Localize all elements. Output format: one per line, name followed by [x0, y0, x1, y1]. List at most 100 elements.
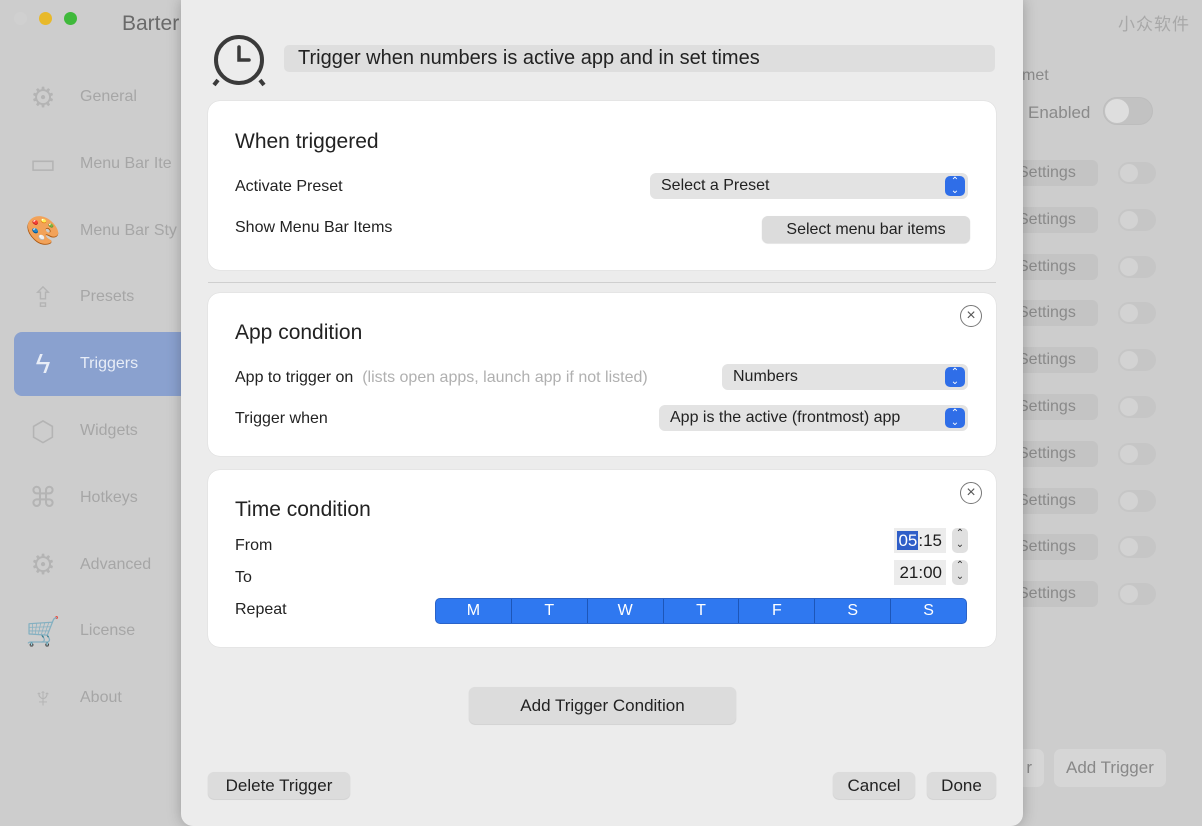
settings-button[interactable]: Settings	[1010, 300, 1098, 327]
cancel-button[interactable]: Cancel	[833, 772, 915, 799]
preset-value: Select a Preset	[661, 177, 770, 194]
trigger-when-value: App is the active (frontmost) app	[670, 409, 901, 426]
trigger-toggle[interactable]	[1118, 349, 1156, 372]
trigger-toggle[interactable]	[1118, 536, 1156, 559]
settings-button[interactable]: Settings	[1010, 534, 1098, 561]
lightning-icon: ϟ	[35, 348, 51, 380]
settings-button[interactable]: Settings	[1010, 253, 1098, 280]
app-condition-card: × App condition App to trigger on (lists…	[208, 293, 996, 456]
trigger-toggle[interactable]	[1118, 208, 1156, 231]
sidebar-item-triggers[interactable]: ϟ Triggers	[14, 332, 189, 397]
remove-condition-icon[interactable]: ×	[960, 305, 982, 327]
sidebar-item-label: Advanced	[80, 555, 152, 573]
trigger-toggle[interactable]	[1118, 302, 1156, 325]
settings-button[interactable]: Settings	[1010, 487, 1098, 514]
cart-icon: 🛒	[25, 615, 61, 647]
to-time-field[interactable]: 21:00	[894, 560, 946, 585]
close-window-button[interactable]	[14, 12, 27, 25]
time-condition-heading: Time condition	[235, 498, 371, 521]
up-down-chevron-icon: ⌃ ⌄	[945, 176, 965, 196]
day-toggle[interactable]: T	[512, 599, 588, 623]
sidebar-item-presets[interactable]: ⇪ Presets	[14, 265, 189, 329]
sidebar-item-about[interactable]: ♆ About	[14, 666, 189, 730]
from-minutes[interactable]: :15	[918, 531, 942, 550]
sidebar-item-hotkeys[interactable]: ⌘ Hotkeys	[14, 466, 189, 530]
select-menu-bar-items-button[interactable]: Select menu bar items	[762, 216, 970, 243]
sidebar-item-menu-bar-sty[interactable]: 🎨 Menu Bar Sty	[14, 199, 189, 263]
tuxedo-icon: ♆	[32, 682, 54, 714]
repeat-days-control: MTWTFSS	[435, 598, 967, 624]
settings-button[interactable]: Settings	[1010, 581, 1098, 608]
settings-button[interactable]: Settings	[1010, 206, 1098, 233]
sidebar-item-license[interactable]: 🛒 License	[14, 599, 189, 663]
trigger-name-input[interactable]: Trigger when numbers is active app and i…	[284, 45, 995, 72]
settings-button[interactable]: Settings	[1010, 347, 1098, 374]
settings-button[interactable]: Settings	[1010, 160, 1098, 186]
sidebar-item-label: Menu Bar Ite	[80, 154, 172, 172]
trigger-when-select[interactable]: App is the active (frontmost) app ⌃ ⌄	[659, 405, 968, 431]
delete-trigger-button[interactable]: Delete Trigger	[208, 772, 350, 799]
from-time-field[interactable]: 05:15	[894, 528, 946, 553]
up-down-chevron-icon: ⌃ ⌄	[945, 408, 965, 428]
sidebar-item-label: Presets	[80, 288, 135, 306]
preset-select[interactable]: Select a Preset ⌃ ⌄	[650, 173, 968, 199]
upload-icon: ⇪	[31, 281, 55, 313]
from-label: From	[235, 537, 273, 554]
from-hour[interactable]: 05	[897, 531, 919, 550]
remove-condition-icon[interactable]: ×	[960, 482, 982, 504]
day-toggle[interactable]: T	[664, 599, 740, 623]
app-label: App to trigger on	[235, 369, 354, 386]
trigger-toggle[interactable]	[1118, 162, 1156, 184]
day-toggle[interactable]: S	[891, 599, 966, 623]
minimize-window-button[interactable]	[39, 12, 52, 25]
app-label-row: App to trigger on (lists open apps, laun…	[235, 369, 648, 387]
app-condition-heading: App condition	[235, 321, 363, 344]
settings-button[interactable]: Settings	[1010, 440, 1098, 467]
trigger-toggle[interactable]	[1118, 442, 1156, 465]
app-select[interactable]: Numbers ⌃ ⌄	[722, 364, 968, 390]
day-toggle[interactable]: S	[815, 599, 892, 623]
sidebar-item-label: Widgets	[80, 422, 138, 439]
clock-icon	[212, 35, 266, 87]
app-value: Numbers	[733, 368, 798, 385]
trigger-toggle[interactable]	[1118, 489, 1156, 512]
sidebar-item-advanced[interactable]: ⚙ Advanced	[14, 533, 189, 597]
day-toggle[interactable]: M	[436, 599, 512, 623]
day-toggle[interactable]: F	[739, 599, 816, 623]
settings-button[interactable]: Settings	[1010, 394, 1098, 420]
trigger-toggle[interactable]	[1118, 583, 1156, 606]
add-trigger-button[interactable]: Add Trigger	[1054, 749, 1166, 787]
gear-icon: ⚙	[30, 81, 56, 113]
window-icon: ▭	[29, 148, 57, 180]
window-controls	[14, 12, 77, 25]
zoom-window-button[interactable]	[64, 12, 77, 25]
cube-icon: ⬡	[30, 415, 56, 447]
sidebar-item-general[interactable]: ⚙ General	[14, 65, 189, 129]
trigger-toggle[interactable]	[1118, 396, 1156, 418]
command-icon: ⌘	[29, 482, 57, 514]
done-button[interactable]: Done	[927, 772, 996, 799]
when-triggered-heading: When triggered	[235, 130, 379, 153]
window-title: Barter	[122, 12, 180, 35]
sidebar-item-label: General	[80, 88, 137, 105]
app-hint: (lists open apps, launch app if not list…	[362, 369, 648, 386]
trigger-toggle[interactable]	[1118, 255, 1156, 278]
activate-preset-label: Activate Preset	[235, 178, 343, 195]
sidebar-item-label: Hotkeys	[80, 488, 138, 506]
sidebar-item-widgets[interactable]: ⬡ Widgets	[14, 399, 189, 463]
up-down-chevron-icon: ⌃ ⌄	[945, 367, 965, 387]
sidebar-item-menu-bar-ite[interactable]: ▭ Menu Bar Ite	[14, 132, 189, 196]
enabled-toggle[interactable]	[1103, 97, 1153, 125]
from-stepper[interactable]: ⌃ ⌄	[952, 528, 968, 553]
gears-icon: ⚙	[30, 549, 56, 581]
sidebar-item-label: License	[80, 622, 136, 640]
trigger-sheet: Trigger when numbers is active app and i…	[181, 0, 1023, 826]
sidebar-item-label: About	[80, 689, 122, 707]
to-stepper[interactable]: ⌃ ⌄	[952, 560, 968, 585]
palette-icon: 🎨	[25, 215, 61, 247]
add-trigger-condition-button[interactable]: Add Trigger Condition	[469, 687, 736, 724]
time-condition-card: × Time condition From 05:15 ⌃ ⌄ To 21:00 …	[208, 470, 996, 647]
day-toggle[interactable]: W	[588, 599, 664, 623]
repeat-label: Repeat	[235, 601, 287, 618]
sidebar-item-label: Triggers	[80, 355, 139, 373]
